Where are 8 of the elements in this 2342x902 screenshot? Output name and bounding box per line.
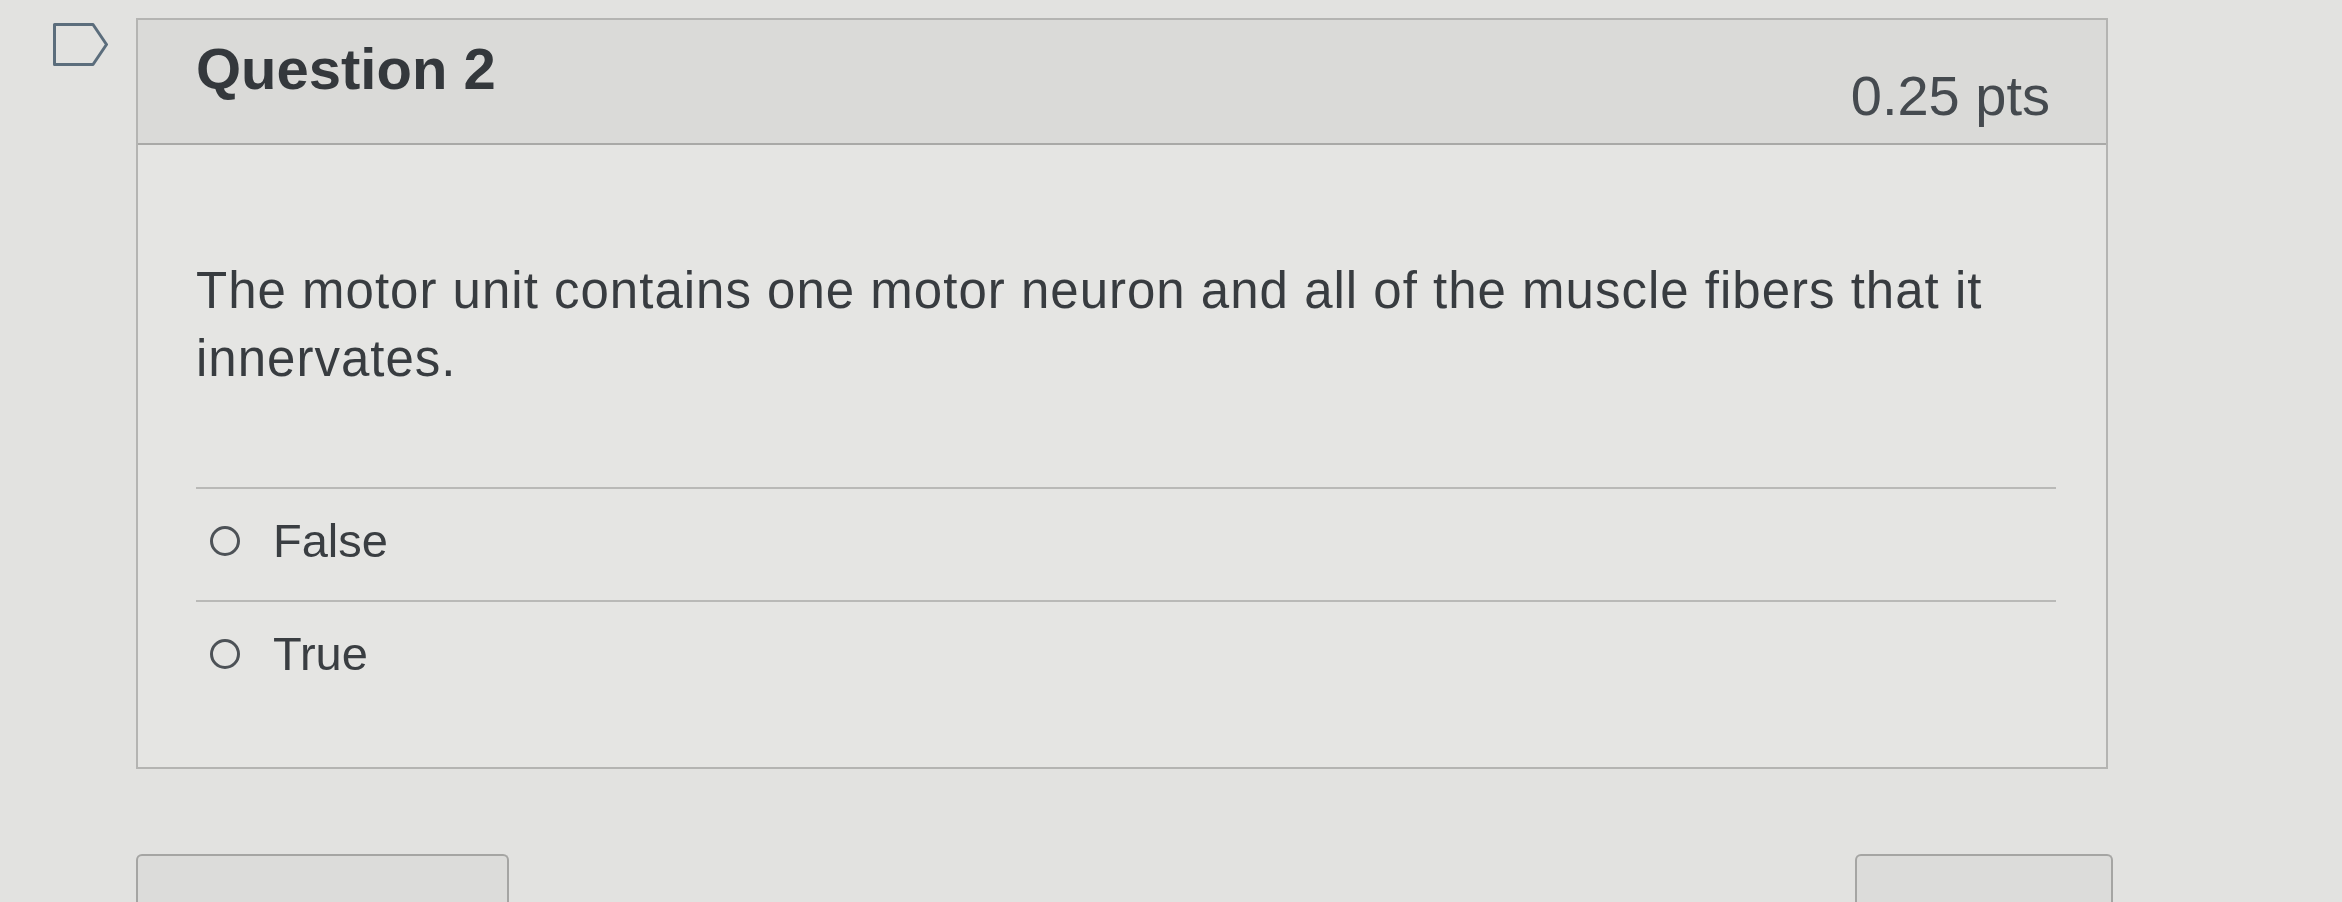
answer-label[interactable]: True: [273, 625, 368, 682]
radio-button[interactable]: [210, 525, 240, 556]
points-value: 0.25 pts: [1850, 64, 2050, 128]
question-text: The motor unit contains one motor neuron and all of the muscle fibers that it innervates.: [196, 261, 1984, 389]
radio-button[interactable]: [210, 638, 240, 669]
tag-icon[interactable]: [53, 23, 108, 66]
question-title: Question 2: [196, 35, 496, 103]
answer-label[interactable]: False: [273, 512, 388, 569]
